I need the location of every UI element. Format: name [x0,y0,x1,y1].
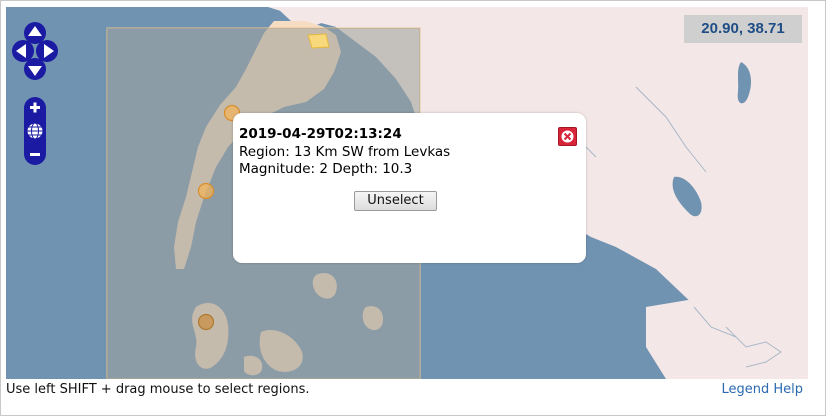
pan-left-icon[interactable] [12,40,34,62]
pan-zoom-control [10,17,58,167]
coordinates-readout: 20.90, 38.71 [684,15,802,43]
event-marker [197,313,215,331]
map-canvas[interactable]: 20.90, 38.71 2019-04-29T02:13:24 Region:… [6,7,808,379]
close-icon[interactable] [558,127,577,146]
highlighted-area [307,33,330,49]
popup-magnitude-depth: Magnitude: 2 Depth: 10.3 [239,161,413,177]
popup-datetime: 2019-04-29T02:13:24 [239,126,402,142]
unselect-button[interactable]: Unselect [354,191,437,211]
map-viewer: 20.90, 38.71 2019-04-29T02:13:24 Region:… [0,0,826,416]
pan-down-icon[interactable] [24,58,46,80]
zoom-out-icon[interactable] [30,153,40,156]
event-popup: 2019-04-29T02:13:24 Region: 13 Km SW fro… [233,113,586,263]
popup-region: Region: 13 Km SW from Levkas [239,144,451,160]
globe-icon[interactable] [26,122,44,140]
legend-help-link[interactable]: Legend Help [721,382,803,397]
pan-up-icon[interactable] [24,22,46,44]
event-marker [197,182,215,200]
pan-right-icon[interactable] [36,40,58,62]
selection-hint: Use left SHIFT + drag mouse to select re… [6,382,310,397]
